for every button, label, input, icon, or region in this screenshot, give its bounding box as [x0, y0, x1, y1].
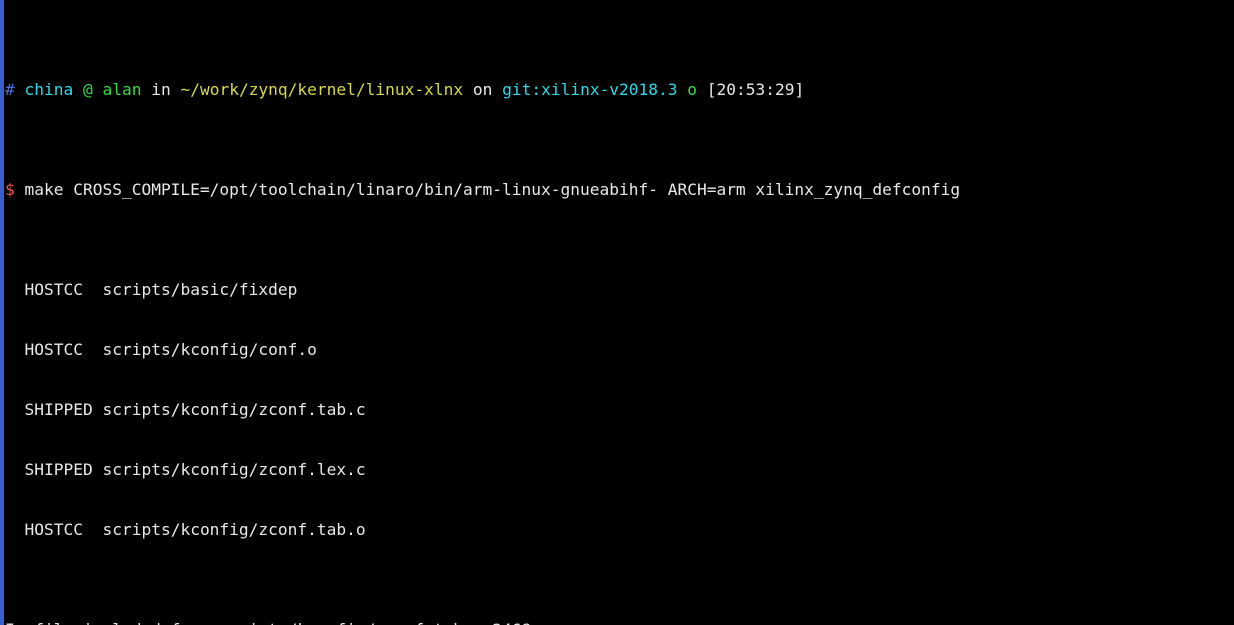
prompt-path: ~/work/zynq/kernel/linux-xlnx [180, 80, 464, 99]
build-step-target: scripts/kconfig/conf.o [102, 340, 317, 359]
prompt-line-top: # china @ alan in ~/work/zynq/kernel/lin… [5, 80, 1234, 100]
prompt-in-word: in [151, 80, 171, 99]
build-step-tool: HOSTCC [24, 280, 83, 299]
prompt-on-word: on [472, 80, 493, 99]
prompt-dollar-sigil: $ [5, 180, 15, 199]
terminal-output[interactable]: # china @ alan in ~/work/zynq/kernel/lin… [5, 0, 1234, 625]
build-step-tool: SHIPPED [24, 400, 93, 419]
prompt-hash-icon: # [5, 80, 15, 99]
build-step-target: scripts/basic/fixdep [102, 280, 298, 299]
terminal-scrollbar-thumb[interactable] [0, 0, 4, 625]
prompt-timestamp: [20:53:29] [706, 80, 805, 99]
build-step-line: SHIPPED scripts/kconfig/zconf.lex.c [5, 460, 1234, 480]
terminal-scrollbar-track[interactable] [0, 0, 4, 625]
prompt-host: china [24, 80, 74, 99]
build-step-target: scripts/kconfig/zconf.lex.c [102, 460, 366, 479]
build-step-line: HOSTCC scripts/kconfig/conf.o [5, 340, 1234, 360]
command-text: make CROSS_COMPILE=/opt/toolchain/linaro… [24, 180, 961, 199]
diag-included-from: In file included from scripts/kconfig/zc… [5, 620, 1234, 625]
terminal-window[interactable]: # china @ alan in ~/work/zynq/kernel/lin… [0, 0, 1234, 625]
prompt-at-sign: @ [82, 80, 93, 99]
build-step-line: HOSTCC scripts/basic/fixdep [5, 280, 1234, 300]
build-step-tool: SHIPPED [24, 460, 93, 479]
build-step-target: scripts/kconfig/zconf.tab.c [102, 400, 366, 419]
build-step-tool: HOSTCC [24, 520, 83, 539]
prompt-git-branch: git:xilinx-v2018.3 [502, 80, 678, 99]
build-step-tool: HOSTCC [24, 340, 83, 359]
command-line: $ make CROSS_COMPILE=/opt/toolchain/lina… [5, 180, 1234, 200]
build-step-target: scripts/kconfig/zconf.tab.o [102, 520, 366, 539]
build-step-line: HOSTCC scripts/kconfig/zconf.tab.o [5, 520, 1234, 540]
build-step-line: SHIPPED scripts/kconfig/zconf.tab.c [5, 400, 1234, 420]
prompt-user: alan [102, 80, 142, 99]
prompt-dirty-marker: o [687, 80, 698, 99]
